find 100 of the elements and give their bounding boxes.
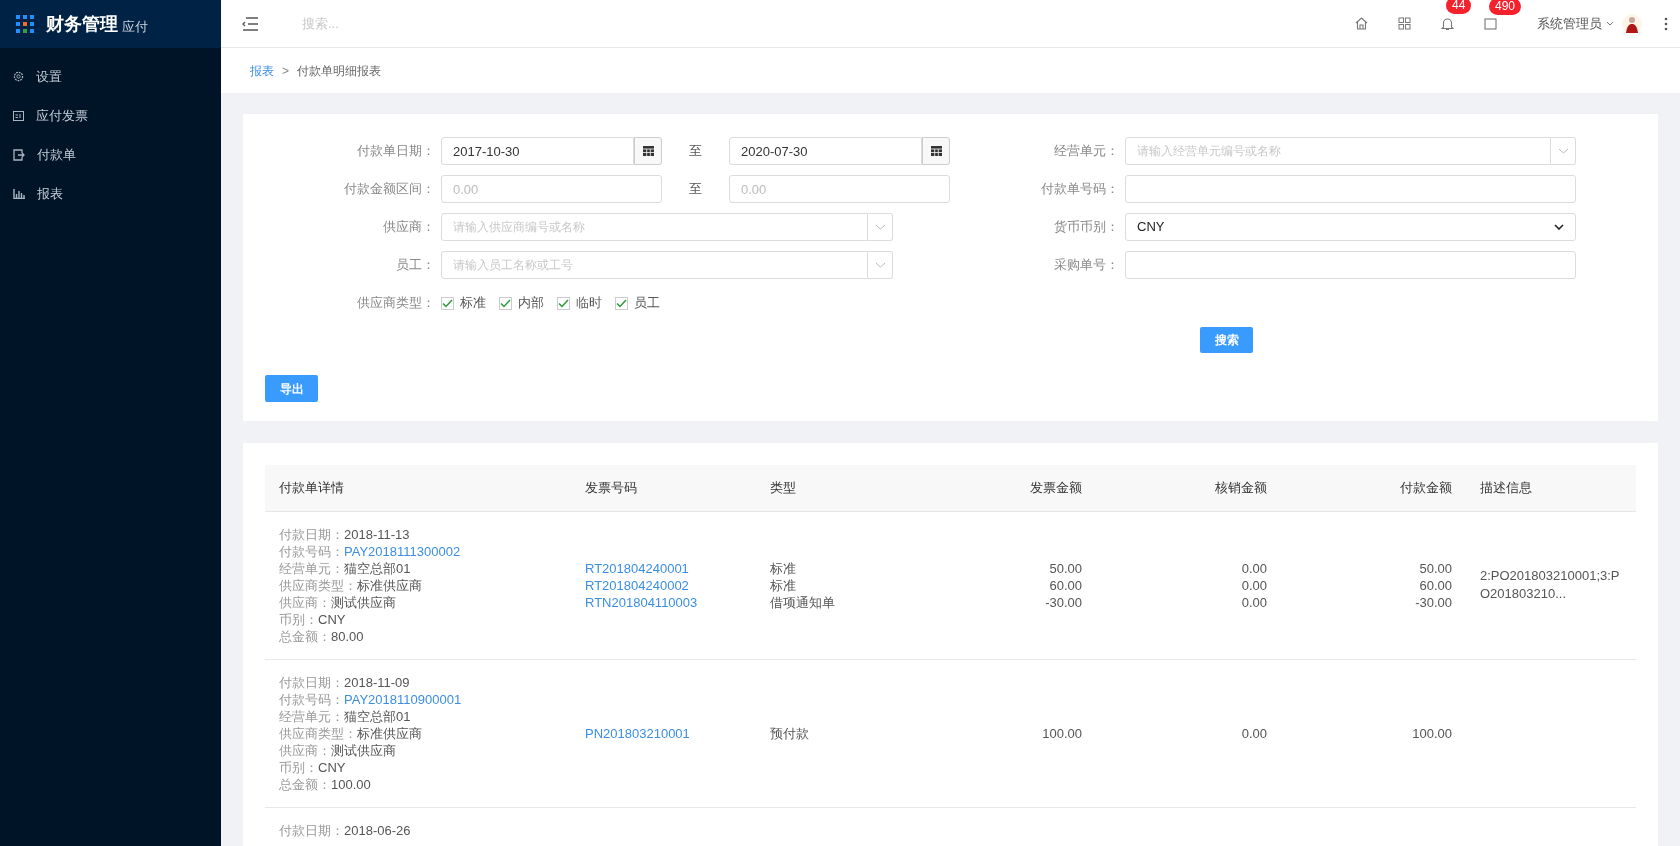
sidebar-item[interactable]: 报表 [0, 174, 221, 213]
field-label: 员工： [395, 256, 436, 275]
text-field[interactable] [1125, 175, 1576, 203]
sidebar-item[interactable]: 付款单 [0, 135, 221, 174]
amount-value: 60.00 [1418, 576, 1452, 594]
invoice-type: 标准 [770, 576, 797, 594]
column-header: 描述信息 [1466, 465, 1636, 511]
calendar-icon [930, 146, 942, 156]
app-grid-icon [16, 15, 34, 33]
more-icon[interactable] [1664, 16, 1668, 31]
detail-value: 测试供应商 [331, 742, 396, 758]
detail-value: 100.00 [331, 776, 371, 792]
chevron-down-icon [874, 224, 886, 230]
invoice-number-link[interactable]: RT201804240001 [585, 559, 756, 577]
checkbox-option[interactable]: 员工 [615, 293, 660, 313]
date-field[interactable]: 2020-07-30 [729, 137, 922, 165]
calendar-button[interactable] [634, 137, 662, 165]
inbox-icon[interactable] [1484, 17, 1497, 30]
amount-value: 0.00 [1240, 724, 1267, 742]
amount-field[interactable]: 0.00 [441, 175, 662, 203]
currency-select[interactable]: CNY [1125, 213, 1576, 241]
document-icon [13, 148, 25, 161]
breadcrumb-current: 付款单明细报表 [297, 62, 381, 80]
amount-value: 0.00 [1240, 593, 1267, 611]
invoice-number-link[interactable]: PN201803210001 [585, 724, 756, 742]
chevron-down-icon [874, 262, 886, 268]
detail-label: 供应商： [279, 594, 331, 610]
payment-number-link[interactable]: PAY2018110900001 [344, 691, 462, 707]
detail-label: 付款日期： [279, 822, 344, 838]
home-icon[interactable] [1355, 17, 1368, 30]
invoice-number-link[interactable]: RT201804240002 [585, 576, 756, 594]
checkbox-option[interactable]: 内部 [499, 293, 544, 313]
description-text: 2:PO201803210001;3:PO201803210... [1480, 567, 1621, 603]
amount-value: -30.00 [1414, 593, 1452, 611]
menu-collapse-icon[interactable] [242, 16, 259, 31]
detail-value: 猫空总部01 [344, 560, 411, 576]
field-label: 采购单号： [1053, 256, 1120, 275]
bar-chart-icon [13, 188, 25, 199]
detail-value: 80.00 [331, 628, 364, 644]
field-label: 付款单日期： [356, 142, 436, 161]
checkbox-option[interactable]: 临时 [557, 293, 602, 313]
check-icon [442, 298, 453, 308]
detail-label: 币别： [279, 759, 318, 775]
app-subtitle: 应付 [122, 20, 148, 33]
field-label: 付款金额区间： [343, 180, 436, 199]
text-field[interactable] [1125, 251, 1576, 279]
amount-value: 100.00 [1041, 724, 1082, 742]
field-label: 付款单号码： [1040, 180, 1120, 199]
breadcrumb-separator: > [282, 62, 289, 80]
settings-icon [13, 71, 24, 82]
calendar-button[interactable] [922, 137, 950, 165]
detail-label: 币别： [279, 611, 318, 627]
grid-icon[interactable] [1398, 17, 1411, 30]
detail-value: 标准供应商 [357, 577, 422, 593]
date-field[interactable]: 2017-10-30 [441, 137, 634, 165]
detail-label: 总金额： [279, 628, 331, 644]
column-header: 付款单详情 [265, 465, 571, 511]
notification-badge: 44 [1446, 0, 1472, 14]
field-label: 货币币别： [1053, 218, 1120, 237]
detail-label: 经营单元： [279, 708, 344, 724]
invoice-number-link[interactable]: RTN201804110003 [585, 593, 756, 611]
detail-value: 2018-11-09 [344, 674, 410, 690]
amount-value: -30.00 [1044, 593, 1082, 611]
user-menu[interactable]: 系统管理员 [1537, 13, 1614, 34]
avatar-icon [1622, 13, 1642, 34]
chevron-down-icon [1554, 224, 1564, 230]
amount-value: 0.00 [1240, 576, 1267, 594]
invoice-type: 预付款 [770, 724, 810, 742]
detail-value: 猫空总部01 [344, 708, 411, 724]
payment-number-link[interactable]: PAY2018111300002 [344, 543, 461, 559]
invoice-type: 标准 [770, 559, 797, 577]
detail-label: 付款日期： [279, 526, 344, 542]
column-header: 发票金额 [896, 465, 1096, 511]
field-label: 供应商类型： [356, 294, 436, 313]
amount-field[interactable]: 0.00 [729, 175, 950, 203]
field-label: 经营单元： [1053, 142, 1120, 161]
amount-value: 100.00 [1411, 724, 1452, 742]
bell-icon[interactable] [1441, 16, 1454, 31]
app-title: 财务管理 [46, 15, 118, 33]
checkbox-option[interactable]: 标准 [441, 293, 486, 313]
sidebar-item[interactable]: 设置 [0, 57, 221, 96]
chevron-down-icon [1557, 148, 1569, 154]
amount-value: 50.00 [1048, 559, 1082, 577]
detail-label: 付款日期： [279, 674, 344, 690]
column-header: 发票号码 [571, 465, 756, 511]
check-icon [616, 298, 627, 308]
check-icon [500, 298, 511, 308]
detail-label: 总金额： [279, 776, 331, 792]
breadcrumb-link[interactable]: 报表 [250, 61, 274, 80]
detail-label: 经营单元： [279, 560, 344, 576]
calendar-icon [642, 146, 654, 156]
notification-badge: 490 [1489, 0, 1522, 15]
column-header: 付款金额 [1281, 465, 1466, 511]
detail-value: CNY [318, 759, 346, 775]
detail-value: CNY [318, 611, 346, 627]
detail-label: 付款号码： [279, 691, 344, 707]
amount-value: 60.00 [1048, 576, 1082, 594]
field-label: 供应商： [382, 218, 436, 237]
sidebar-item[interactable]: 应付发票 [0, 96, 221, 135]
column-header: 核销金额 [1096, 465, 1281, 511]
